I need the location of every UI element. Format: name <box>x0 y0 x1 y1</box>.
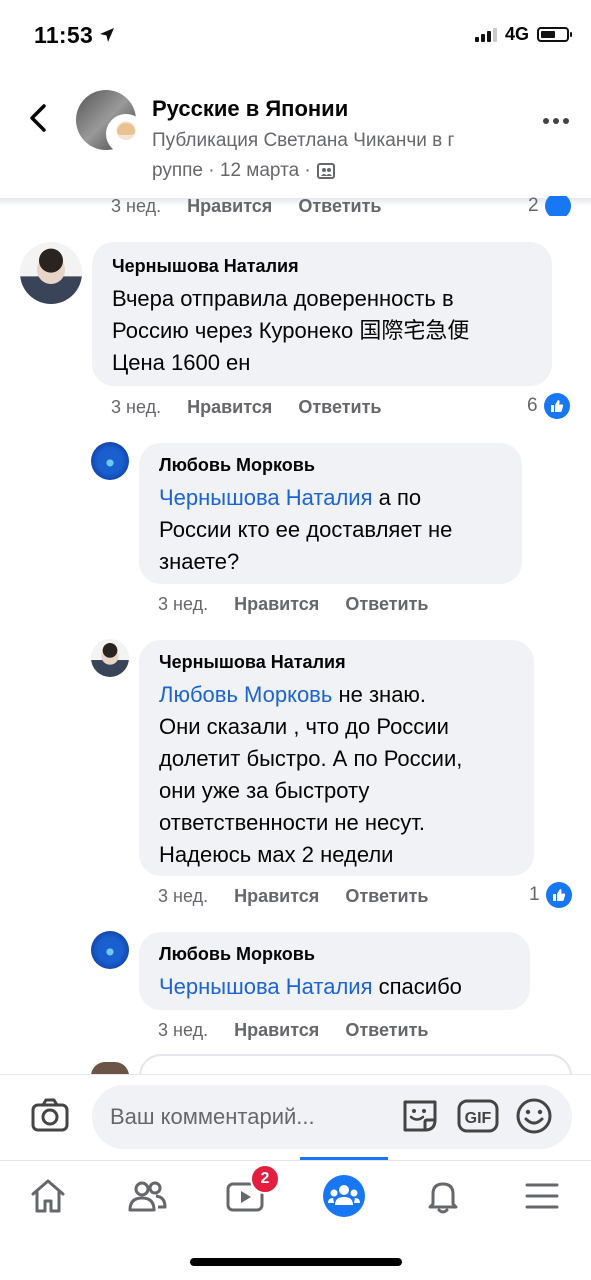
like-button[interactable]: Нравится <box>187 397 272 418</box>
home-indicator[interactable] <box>190 1258 402 1266</box>
previous-like-count: 2 <box>528 196 571 216</box>
network-label: 4G <box>504 24 529 44</box>
sticker-icon[interactable] <box>399 1096 441 1136</box>
reply-button[interactable]: Ответить <box>345 1020 428 1041</box>
location-arrow-icon <box>100 28 114 42</box>
tab-home[interactable] <box>18 1166 78 1226</box>
author-avatar <box>106 114 146 154</box>
reaction-count[interactable]: 6 <box>527 393 570 419</box>
tab-bar <box>0 1160 591 1241</box>
bell-icon <box>428 1182 458 1214</box>
tab-menu[interactable] <box>512 1166 572 1226</box>
gif-icon[interactable]: GIF <box>457 1098 499 1134</box>
svg-text:GIF: GIF <box>465 1110 492 1127</box>
comment-placeholder: Ваш комментарий... <box>110 1104 315 1129</box>
battery-icon <box>537 27 572 42</box>
comment-author[interactable]: Чернышова Наталия <box>112 256 532 277</box>
home-icon <box>31 1179 65 1213</box>
comment-meta: 3 нед. Нравится Ответить <box>111 397 382 418</box>
comment-meta: 3 нед. Нравится Ответить <box>158 594 429 615</box>
tab-friends[interactable] <box>117 1166 177 1226</box>
comment-bubble: Чернышова Наталия Вчера отправила довере… <box>92 242 552 386</box>
comment-text: Вчера отправила доверенность в Россию че… <box>112 286 470 375</box>
group-avatar[interactable] <box>76 90 146 154</box>
friends-icon <box>128 1181 167 1212</box>
avatar[interactable] <box>20 242 82 304</box>
camera-icon[interactable] <box>30 1096 70 1136</box>
tab-groups[interactable] <box>314 1166 374 1226</box>
like-button[interactable]: Нравится <box>234 594 319 615</box>
comment-meta: 3 нед. Нравится Ответить <box>158 1020 429 1041</box>
comment-author[interactable]: Чернышова Наталия <box>159 652 514 673</box>
comment-bubble: Чернышова Наталия Любовь Морковь не знаю… <box>139 640 534 876</box>
comment-author[interactable]: Любовь Морковь <box>159 944 510 965</box>
back-chevron-icon[interactable] <box>22 100 58 136</box>
comment-text: Чернышова Наталия а по России кто ее дос… <box>159 485 453 574</box>
avatar[interactable] <box>91 639 129 677</box>
reply-button[interactable]: Ответить <box>298 397 381 418</box>
like-icon <box>545 882 572 908</box>
avatar[interactable] <box>91 931 129 969</box>
comment-text: Любовь Морковь не знаю. Они сказали , чт… <box>159 682 463 867</box>
emoji-icon[interactable] <box>514 1096 554 1136</box>
comment-author[interactable]: Любовь Морковь <box>159 455 502 476</box>
group-title[interactable]: Русские в Японии <box>152 96 348 122</box>
like-icon <box>544 196 571 216</box>
notification-badge: 2 <box>250 1164 280 1194</box>
more-options-icon[interactable] <box>543 118 569 124</box>
mention-link[interactable]: Любовь Морковь <box>159 682 332 707</box>
comment-bubble: Любовь Морковь Чернышова Наталия а по Ро… <box>139 443 522 584</box>
signal-icon <box>474 27 497 42</box>
like-icon <box>543 393 570 419</box>
reply-input-preview[interactable] <box>139 1054 572 1076</box>
comment-meta: 3 нед. Нравится Ответить <box>158 886 429 907</box>
avatar[interactable] <box>91 442 129 480</box>
mention-link[interactable]: Чернышова Наталия <box>159 485 373 510</box>
privacy-group-icon <box>316 163 335 179</box>
mention-link[interactable]: Чернышова Наталия <box>159 974 373 999</box>
comment-bubble: Любовь Морковь Чернышова Наталия спасибо <box>139 932 530 1010</box>
like-button[interactable]: Нравится <box>234 1020 319 1041</box>
tab-notifications[interactable] <box>413 1166 473 1226</box>
status-time: 11:53 <box>34 22 94 48</box>
status-indicators: 4G <box>474 24 572 45</box>
previous-comment-meta: 3 нед. Нравится Ответить <box>111 196 382 216</box>
reaction-count[interactable]: 1 <box>529 882 572 908</box>
comment-text: Чернышова Наталия спасибо <box>159 974 462 999</box>
reply-button[interactable]: Ответить <box>345 886 428 907</box>
like-button[interactable]: Нравится <box>234 886 319 907</box>
active-tab-indicator <box>300 1157 388 1160</box>
menu-icon <box>525 1183 559 1209</box>
reply-button[interactable]: Ответить <box>345 594 428 615</box>
groups-icon <box>323 1175 365 1217</box>
post-subtitle: Публикация Светлана Чиканчи в г руппе · … <box>152 130 455 181</box>
